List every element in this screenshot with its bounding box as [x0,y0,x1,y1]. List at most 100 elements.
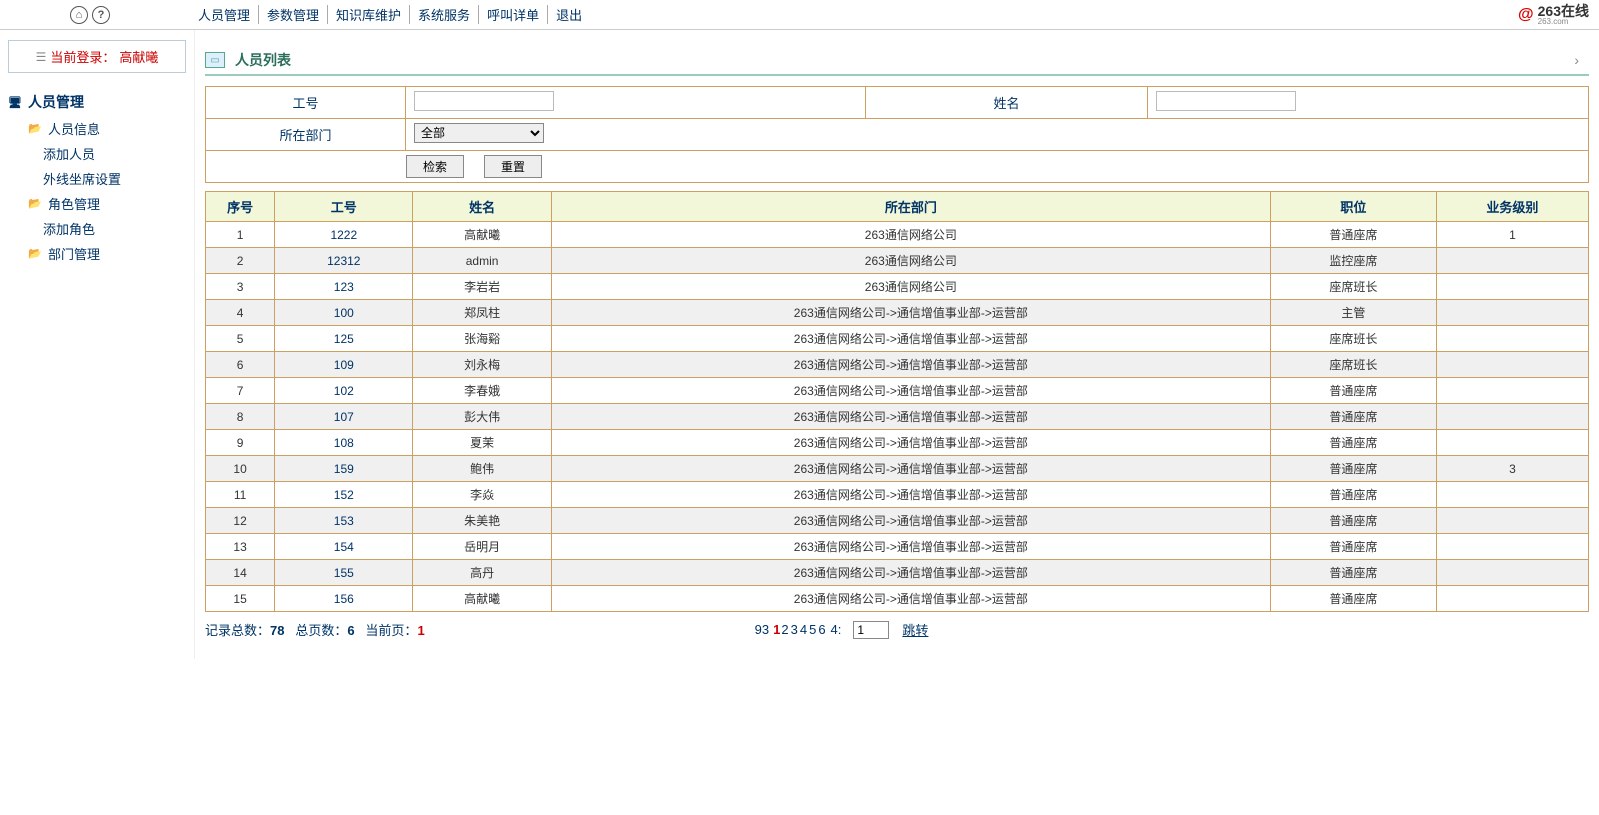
cell [1436,352,1588,378]
table-row[interactable]: 9108夏茉263通信网络公司->通信增值事业部->运营部普通座席 [206,430,1589,456]
cell: 鲍伟 [413,456,551,482]
cell-empid-link[interactable]: 156 [275,586,413,612]
sidebar-item-add-role[interactable]: 添加角色 [8,216,186,241]
cell: 高丹 [413,560,551,586]
cell-empid-link[interactable]: 153 [275,508,413,534]
nav-personnel[interactable]: 人员管理 [190,5,259,24]
login-info: ☰ 当前登录： 高献曦 [8,40,186,73]
content: ▭ 人员列表 › 工号 姓名 所在部门 全部 [195,30,1599,659]
table-row[interactable]: 12153朱美艳263通信网络公司->通信增值事业部->运营部普通座席 [206,508,1589,534]
pager-nav-suffix: 4: [831,622,842,637]
btn-search[interactable]: 检索 [406,155,464,178]
cell-empid-link[interactable]: 125 [275,326,413,352]
cell-empid-link[interactable]: 12312 [275,248,413,274]
table-row[interactable]: 11222高献曦263通信网络公司普通座席1 [206,222,1589,248]
cell [1436,300,1588,326]
logo: @ 263在线 263.com [1518,4,1589,26]
cell: 张海谿 [413,326,551,352]
cell: 13 [206,534,275,560]
cell: 263通信网络公司->通信增值事业部->运营部 [551,378,1270,404]
table-row[interactable]: 4100郑凤柱263通信网络公司->通信增值事业部->运营部主管 [206,300,1589,326]
sidebar-item-outside-seat[interactable]: 外线坐席设置 [8,166,186,191]
pager-page-link[interactable]: 2 [780,622,789,637]
table-row[interactable]: 3123李岩岩263通信网络公司座席班长 [206,274,1589,300]
table-row[interactable]: 212312admin263通信网络公司监控座席 [206,248,1589,274]
sidebar-item-role-mgmt[interactable]: 📂 角色管理 [8,191,186,216]
top-bar: ⌂ ? 人员管理 参数管理 知识库维护 系统服务 呼叫详单 退出 @ 263在线… [0,0,1599,30]
top-nav: 人员管理 参数管理 知识库维护 系统服务 呼叫详单 退出 [190,5,590,24]
cell: 座席班长 [1270,274,1436,300]
pager-page-link[interactable]: 5 [808,622,817,637]
cell-empid-link[interactable]: 152 [275,482,413,508]
cell: 5 [206,326,275,352]
section-title: 人员列表 [235,50,291,70]
nav-logout[interactable]: 退出 [548,5,590,24]
data-table: 序号工号姓名所在部门职位业务级别 11222高献曦263通信网络公司普通座席12… [205,191,1589,612]
table-row[interactable]: 5125张海谿263通信网络公司->通信增值事业部->运营部座席班长 [206,326,1589,352]
table-row[interactable]: 13154岳明月263通信网络公司->通信增值事业部->运营部普通座席 [206,534,1589,560]
cell: 263通信网络公司->通信增值事业部->运营部 [551,326,1270,352]
user-icon: ☰ [36,50,47,64]
cell: 普通座席 [1270,508,1436,534]
table-row[interactable]: 6109刘永梅263通信网络公司->通信增值事业部->运营部座席班长 [206,352,1589,378]
sidebar-item-dept-mgmt[interactable]: 📂 部门管理 [8,241,186,266]
sidebar-item-person-info[interactable]: 📂 人员信息 [8,116,186,141]
list-icon: ▭ [205,52,225,68]
cell: 郑凤柱 [413,300,551,326]
login-prefix: 当前登录： [50,47,115,66]
table-row[interactable]: 8107彭大伟263通信网络公司->通信增值事业部->运营部普通座席 [206,404,1589,430]
cell: 6 [206,352,275,378]
cell-empid-link[interactable]: 1222 [275,222,413,248]
label-name: 姓名 [866,87,1148,118]
col-header: 姓名 [413,192,551,222]
cell [1436,430,1588,456]
cell-empid-link[interactable]: 108 [275,430,413,456]
nav-params[interactable]: 参数管理 [259,5,328,24]
pager-page-link[interactable]: 6 [817,622,826,637]
home-icon[interactable]: ⌂ [70,6,88,24]
cell-empid-link[interactable]: 155 [275,560,413,586]
sidebar-item-add-person[interactable]: 添加人员 [8,141,186,166]
input-emp-id[interactable] [414,91,554,111]
col-header: 业务级别 [1436,192,1588,222]
cell-empid-link[interactable]: 159 [275,456,413,482]
cell: 朱美艳 [413,508,551,534]
nav-kb[interactable]: 知识库维护 [328,5,410,24]
cell-empid-link[interactable]: 100 [275,300,413,326]
pager: 记录总数：78 总页数：6 当前页：1 931234564: 跳转 [205,620,1589,639]
sidebar-root-personnel[interactable]: 🖥 人员管理 [8,88,186,116]
cell: 9 [206,430,275,456]
pager-page-link[interactable]: 3 [790,622,799,637]
table-row[interactable]: 10159鲍伟263通信网络公司->通信增值事业部->运营部普通座席3 [206,456,1589,482]
cell: 李焱 [413,482,551,508]
col-header: 所在部门 [551,192,1270,222]
cell [1436,274,1588,300]
nav-system[interactable]: 系统服务 [410,5,479,24]
cell-empid-link[interactable]: 102 [275,378,413,404]
btn-reset[interactable]: 重置 [484,155,542,178]
cell-empid-link[interactable]: 107 [275,404,413,430]
logo-sub: 263.com [1538,18,1589,26]
cell-empid-link[interactable]: 109 [275,352,413,378]
table-row[interactable]: 7102李春娥263通信网络公司->通信增值事业部->运营部普通座席 [206,378,1589,404]
help-icon[interactable]: ? [92,6,110,24]
input-name[interactable] [1156,91,1296,111]
cell [1436,586,1588,612]
pager-input[interactable] [853,621,889,639]
select-dept[interactable]: 全部 [414,123,544,143]
cell-empid-link[interactable]: 154 [275,534,413,560]
cell [1436,378,1588,404]
table-row[interactable]: 15156高献曦263通信网络公司->通信增值事业部->运营部普通座席 [206,586,1589,612]
pager-jump[interactable]: 跳转 [901,620,929,639]
logo-text: 263在线 [1538,4,1589,18]
table-row[interactable]: 11152李焱263通信网络公司->通信增值事业部->运营部普通座席 [206,482,1589,508]
sidebar: ☰ 当前登录： 高献曦 🖥 人员管理 📂 人员信息 添加人员 外线坐席设置 📂 … [0,30,195,659]
chevron-right-icon[interactable]: › [1574,52,1589,68]
nav-cdr[interactable]: 呼叫详单 [479,5,548,24]
pager-page-link[interactable]: 4 [799,622,808,637]
cell: 3 [1436,456,1588,482]
cell-empid-link[interactable]: 123 [275,274,413,300]
table-row[interactable]: 14155高丹263通信网络公司->通信增值事业部->运营部普通座席 [206,560,1589,586]
cell: 263通信网络公司->通信增值事业部->运营部 [551,404,1270,430]
cell [1436,508,1588,534]
